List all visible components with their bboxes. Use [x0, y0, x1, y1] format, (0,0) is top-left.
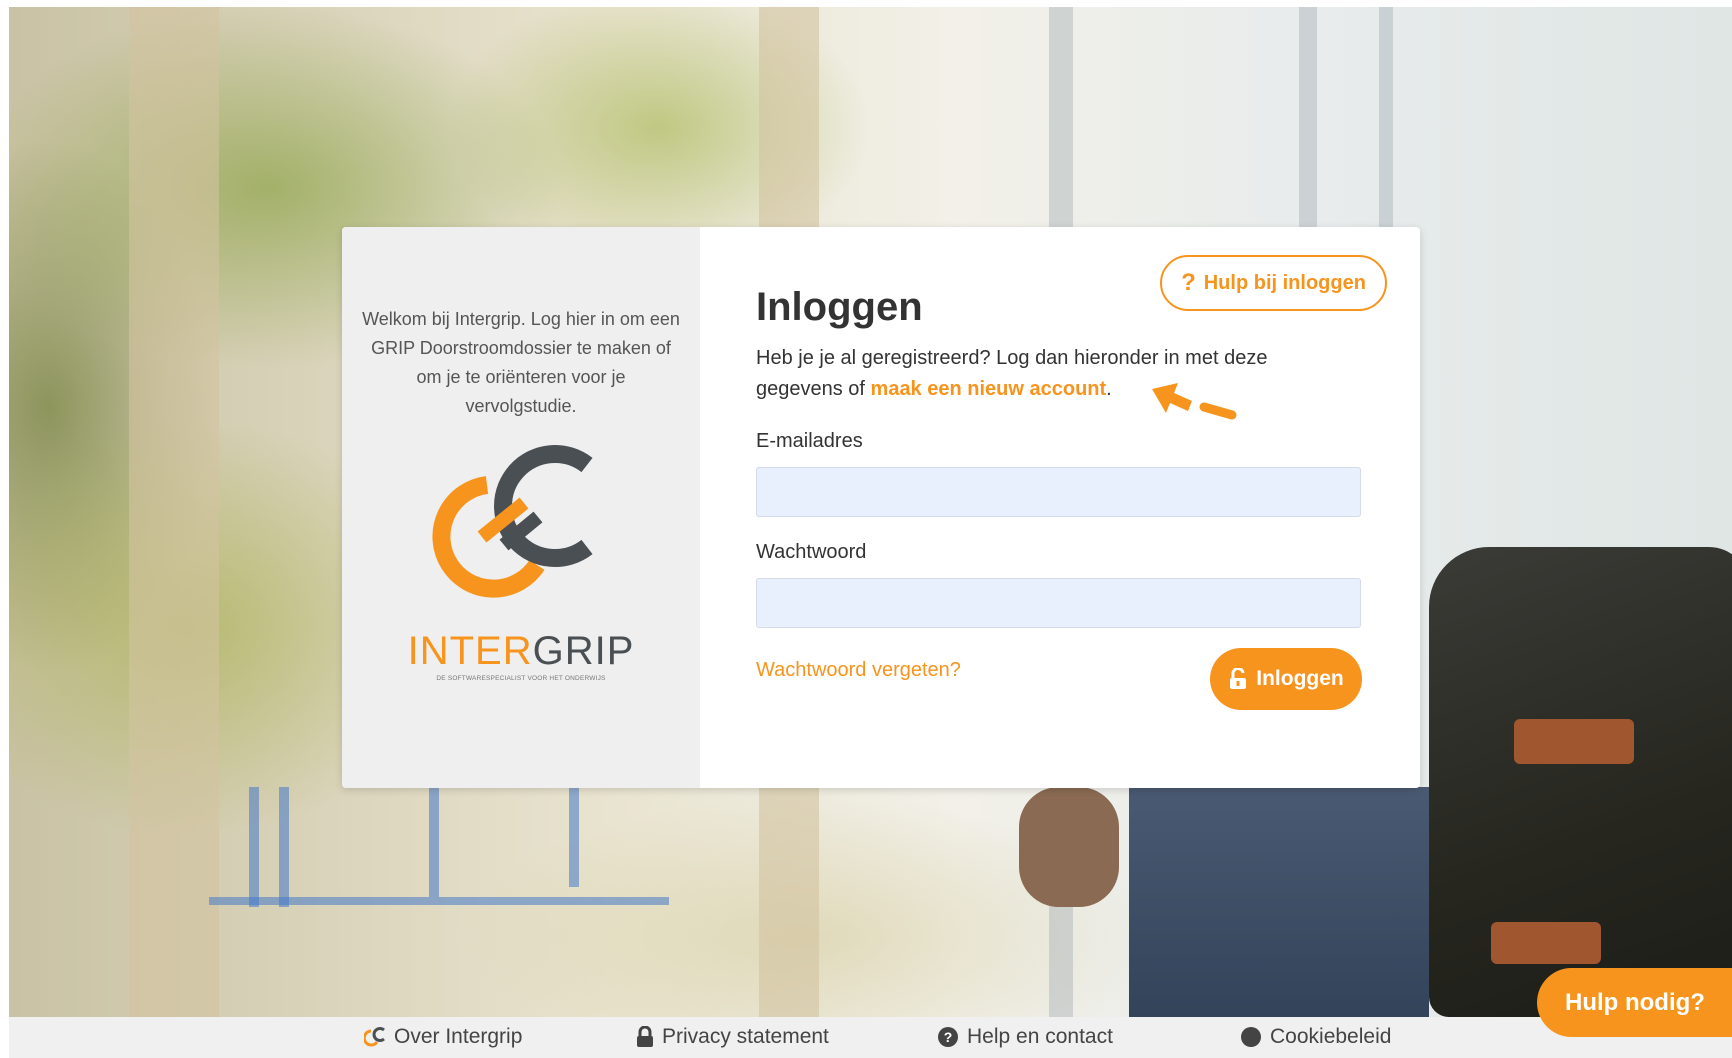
- help-widget-button[interactable]: Hulp nodig?: [1537, 968, 1732, 1037]
- logo-inter: INTER: [407, 629, 533, 673]
- logo-grip: GRIP: [532, 629, 635, 673]
- welcome-text: Welkom bij Intergrip. Log hier in om een…: [362, 309, 680, 416]
- footer-label: Cookiebeleid: [1270, 1025, 1392, 1048]
- footer-link-cookies[interactable]: Cookiebeleid: [1240, 1025, 1391, 1049]
- login-card: Welkom bij Intergrip. Log hier in om een…: [342, 227, 1420, 788]
- login-button-label: Inloggen: [1256, 667, 1344, 690]
- password-label: Wachtwoord: [756, 541, 867, 563]
- login-button[interactable]: Inloggen: [1210, 648, 1362, 710]
- circle-icon: [1241, 1027, 1261, 1047]
- unlock-icon: [1230, 668, 1247, 689]
- intergrip-logo-icon: [364, 1027, 385, 1047]
- logo-wordmark: INTERGRIP: [342, 629, 700, 674]
- help-login-button[interactable]: ? Hulp bij inloggen: [1160, 255, 1387, 311]
- footer: Over Intergrip Privacy statement ? Help …: [9, 1017, 1732, 1058]
- intergrip-logo: [432, 445, 593, 598]
- intro-suffix: .: [1106, 378, 1112, 400]
- lock-icon: [637, 1026, 653, 1047]
- create-account-link[interactable]: maak een nieuw account: [871, 378, 1107, 400]
- question-icon: ?: [1181, 269, 1196, 296]
- page-title: Inloggen: [756, 285, 923, 329]
- svg-text:?: ?: [944, 1029, 953, 1045]
- footer-label: Privacy statement: [662, 1025, 829, 1048]
- intro-text: Heb je je al geregistreerd? Log dan hier…: [756, 343, 1356, 405]
- password-field[interactable]: [756, 578, 1361, 628]
- forgot-password-link[interactable]: Wachtwoord vergeten?: [756, 659, 961, 682]
- footer-label: Help en contact: [967, 1025, 1113, 1048]
- intro-panel: Welkom bij Intergrip. Log hier in om een…: [342, 227, 700, 788]
- email-label: E-mailadres: [756, 430, 863, 452]
- question-circle-icon: ?: [938, 1027, 958, 1047]
- footer-link-help[interactable]: ? Help en contact: [937, 1025, 1113, 1049]
- logo-tagline: DE SOFTWARESPECIALIST VOOR HET ONDERWIJS: [436, 675, 606, 682]
- footer-link-privacy[interactable]: Privacy statement: [636, 1025, 829, 1049]
- help-login-label: Hulp bij inloggen: [1203, 271, 1366, 294]
- footer-label: Over Intergrip: [394, 1025, 523, 1048]
- email-field[interactable]: [756, 467, 1361, 517]
- footer-link-over-intergrip[interactable]: Over Intergrip: [364, 1025, 522, 1049]
- arrow-icon: [1152, 383, 1237, 420]
